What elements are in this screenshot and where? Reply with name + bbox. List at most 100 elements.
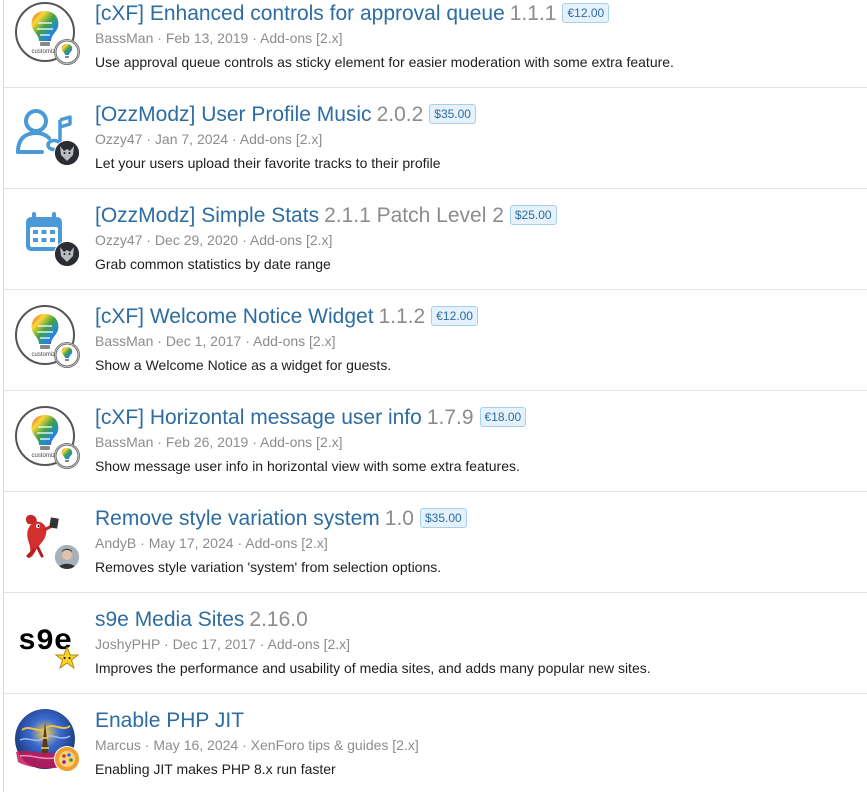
resource-row: customize [cXF] Enhanced controls for ap… xyxy=(4,0,867,88)
author-link[interactable]: BassMan xyxy=(95,333,153,349)
resource-meta: AndyB · May 17, 2024 · Add-ons [2.x] xyxy=(95,534,328,552)
price-badge: €18.00 xyxy=(479,407,527,427)
resource-meta: Ozzy47 · Jan 7, 2024 · Add-ons [2.x] xyxy=(95,130,322,148)
person-avatar-icon xyxy=(55,545,79,569)
resource-title-link[interactable]: [cXF] Enhanced controls for approval que… xyxy=(95,2,505,25)
price-badge: $35.00 xyxy=(419,508,467,528)
date-link[interactable]: May 17, 2024 xyxy=(149,535,234,551)
star-icon xyxy=(54,645,80,670)
meta-separator: · xyxy=(252,30,257,46)
resource-description: Removes style variation 'system' from se… xyxy=(95,559,442,575)
date-link[interactable]: May 16, 2024 xyxy=(153,737,238,753)
price-badge: €12.00 xyxy=(562,3,610,23)
meta-separator: · xyxy=(252,434,257,450)
resource-row: Remove style variation system 1.0 $35.00 A… xyxy=(4,492,867,593)
author-avatar[interactable] xyxy=(54,443,80,469)
resource-meta: JoshyPHP · Dec 17, 2017 · Add-ons [2.x] xyxy=(95,635,350,653)
resource-title-line: [OzzModz] User Profile Music 2.0.2 $35.00 xyxy=(95,102,476,128)
author-link[interactable]: Ozzy47 xyxy=(95,232,142,248)
resource-description: Improves the performance and usability o… xyxy=(95,660,651,676)
resource-version: 1.1.1 xyxy=(509,2,557,25)
meta-separator: · xyxy=(242,737,247,753)
category-link[interactable]: Add-ons [2.x] xyxy=(245,535,328,551)
resource-description: Use approval queue controls as sticky el… xyxy=(95,54,674,70)
resource-meta: BassMan · Feb 26, 2019 · Add-ons [2.x] xyxy=(95,433,343,451)
date-link[interactable]: Jan 7, 2024 xyxy=(155,131,228,147)
author-link[interactable]: AndyB xyxy=(95,535,136,551)
author-link[interactable]: Ozzy47 xyxy=(95,131,142,147)
date-link[interactable]: Dec 29, 2020 xyxy=(155,232,238,248)
author-link[interactable]: Marcus xyxy=(95,737,141,753)
resource-title-line: [OzzModz] Simple Stats 2.1.1 Patch Level … xyxy=(95,203,557,229)
author-avatar[interactable] xyxy=(54,39,80,65)
author-avatar[interactable] xyxy=(54,140,80,166)
date-link[interactable]: Feb 13, 2019 xyxy=(166,30,249,46)
author-avatar[interactable] xyxy=(54,746,80,772)
palette-avatar-icon xyxy=(55,747,79,771)
meta-separator: · xyxy=(237,535,243,551)
price-badge: $35.00 xyxy=(429,104,476,124)
wolf-avatar-icon xyxy=(55,242,79,266)
resource-title-link[interactable]: Remove style variation system xyxy=(95,507,380,530)
resource-version: 1.7.9 xyxy=(426,406,474,429)
date-link[interactable]: Dec 1, 2017 xyxy=(166,333,242,349)
author-avatar[interactable] xyxy=(54,342,80,368)
bulb-logo-icon xyxy=(55,40,79,64)
resource-list: customize [cXF] Enhanced controls for ap… xyxy=(3,0,867,792)
meta-separator: · xyxy=(144,737,150,753)
meta-separator: · xyxy=(140,535,145,551)
category-link[interactable]: Add-ons [2.x] xyxy=(268,636,351,652)
category-link[interactable]: Add-ons [2.x] xyxy=(240,131,323,147)
author-avatar[interactable] xyxy=(54,544,80,570)
resource-title-line: [cXF] Welcome Notice Widget 1.1.2 €12.00 xyxy=(95,304,478,330)
resource-title-link[interactable]: [OzzModz] User Profile Music xyxy=(95,103,372,126)
resource-meta: BassMan · Dec 1, 2017 · Add-ons [2.x] xyxy=(95,332,336,350)
author-avatar[interactable] xyxy=(54,645,80,671)
resource-version: 1.1.2 xyxy=(378,305,426,328)
bulb-logo-icon xyxy=(55,343,79,367)
resource-title-link[interactable]: Enable PHP JIT xyxy=(95,709,244,732)
resource-row: customize [cXF] Welcome Notice Widget 1.1… xyxy=(4,290,867,391)
resource-title-link[interactable]: [cXF] Horizontal message user info xyxy=(95,406,422,429)
resource-title-line: [cXF] Enhanced controls for approval que… xyxy=(95,1,610,27)
resource-description: Enabling JIT makes PHP 8.x run faster xyxy=(95,761,336,777)
resource-row: Enable PHP JIT Marcus · May 16, 2024 · X… xyxy=(4,694,867,795)
bulb-logo-icon xyxy=(55,444,79,468)
resource-title-line: [cXF] Horizontal message user info 1.7.9 €… xyxy=(95,405,527,431)
price-badge: $25.00 xyxy=(509,205,557,225)
category-link[interactable]: Add-ons [2.x] xyxy=(260,434,343,450)
date-link[interactable]: Feb 26, 2019 xyxy=(166,434,249,450)
resource-version: 2.1.1 Patch Level 2 xyxy=(324,204,504,227)
meta-separator: · xyxy=(157,434,162,450)
author-avatar[interactable] xyxy=(54,241,80,267)
resource-description: Grab common statistics by date range xyxy=(95,256,331,272)
meta-separator: · xyxy=(164,636,169,652)
meta-separator: · xyxy=(157,333,162,349)
author-link[interactable]: JoshyPHP xyxy=(95,636,160,652)
category-link[interactable]: XenForo tips & guides [2.x] xyxy=(251,737,419,753)
resource-meta: Marcus · May 16, 2024 · XenForo tips & g… xyxy=(95,736,419,754)
date-link[interactable]: Dec 17, 2017 xyxy=(173,636,256,652)
resource-description: Let your users upload their favorite tra… xyxy=(95,155,441,171)
meta-separator: · xyxy=(259,636,265,652)
meta-separator: · xyxy=(146,232,152,248)
meta-separator: · xyxy=(146,131,152,147)
resource-version: 2.0.2 xyxy=(376,103,424,126)
resource-meta: Ozzy47 · Dec 29, 2020 · Add-ons [2.x] xyxy=(95,231,332,249)
author-link[interactable]: BassMan xyxy=(95,434,153,450)
resource-title-line: Remove style variation system 1.0 $35.00 xyxy=(95,506,467,532)
resource-row: s9e s9e Media Sites 2.16.0 JoshyPHP · Dec… xyxy=(4,593,867,694)
resource-title-line: Enable PHP JIT xyxy=(95,708,244,734)
resource-description: Show a Welcome Notice as a widget for gu… xyxy=(95,357,392,373)
resource-description: Show message user info in horizontal vie… xyxy=(95,458,520,474)
wolf-avatar-icon xyxy=(55,141,79,165)
resource-title-link[interactable]: [cXF] Welcome Notice Widget xyxy=(95,305,374,328)
resource-meta: BassMan · Feb 13, 2019 · Add-ons [2.x] xyxy=(95,29,343,47)
category-link[interactable]: Add-ons [2.x] xyxy=(260,30,343,46)
category-link[interactable]: Add-ons [2.x] xyxy=(250,232,333,248)
resource-row: [OzzModz] Simple Stats 2.1.1 Patch Level … xyxy=(4,189,867,290)
author-link[interactable]: BassMan xyxy=(95,30,153,46)
resource-title-link[interactable]: [OzzModz] Simple Stats xyxy=(95,204,319,227)
category-link[interactable]: Add-ons [2.x] xyxy=(253,333,336,349)
resource-title-link[interactable]: s9e Media Sites xyxy=(95,608,244,631)
